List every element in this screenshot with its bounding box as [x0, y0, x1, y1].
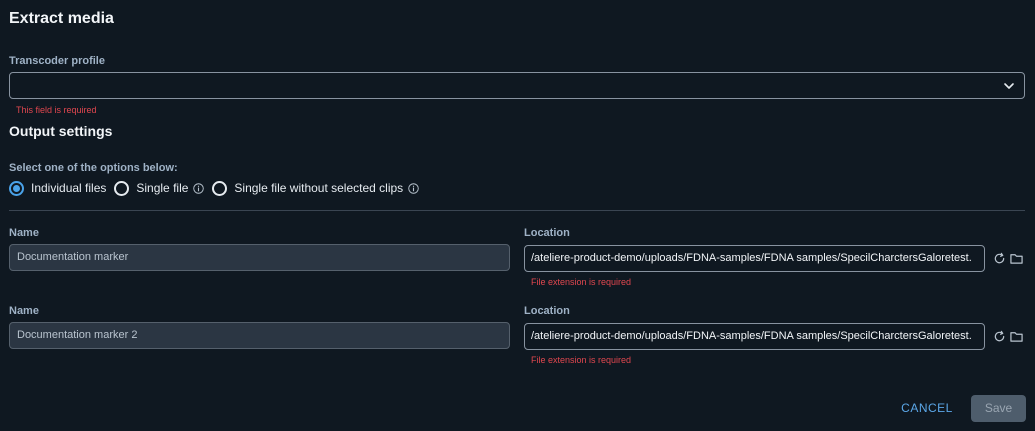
transcoder-profile-error: This field is required	[16, 105, 97, 115]
radio-single-file[interactable]	[114, 180, 130, 196]
name-input[interactable]: Documentation marker 2	[9, 322, 510, 349]
output-options-radio-group: Individual files Single file Single file…	[9, 180, 427, 196]
radio-label-single-file-without-clips: Single file without selected clips	[234, 181, 404, 195]
name-input[interactable]: Documentation marker	[9, 244, 510, 271]
transcoder-profile-select[interactable]	[9, 72, 1025, 99]
page-title: Extract media	[9, 10, 114, 27]
cancel-button[interactable]: CANCEL	[894, 398, 960, 418]
name-label: Name	[9, 305, 39, 317]
chevron-down-icon	[1004, 83, 1014, 89]
transcoder-profile-label: Transcoder profile	[9, 55, 105, 67]
refresh-icon[interactable]	[993, 330, 1006, 343]
save-button[interactable]: Save	[971, 395, 1026, 422]
radio-single-file-without-clips[interactable]	[212, 180, 228, 196]
radio-option-individual-files[interactable]: Individual files	[9, 180, 107, 196]
radio-option-single-file[interactable]: Single file	[114, 180, 205, 196]
refresh-icon[interactable]	[993, 252, 1006, 265]
info-icon[interactable]	[408, 182, 419, 194]
output-settings-title: Output settings	[9, 123, 113, 139]
radio-label-individual-files: Individual files	[31, 181, 107, 195]
location-label: Location	[524, 227, 570, 239]
folder-icon[interactable]	[1010, 252, 1023, 265]
info-icon[interactable]	[193, 182, 205, 194]
name-label: Name	[9, 227, 39, 239]
radio-label-single-file: Single file	[136, 181, 189, 195]
folder-icon[interactable]	[1010, 330, 1023, 343]
radio-individual-files[interactable]	[9, 180, 24, 196]
location-label: Location	[524, 305, 570, 317]
location-input[interactable]: /ateliere-product-demo/uploads/FDNA-samp…	[524, 245, 985, 272]
output-options-prompt: Select one of the options below:	[9, 162, 178, 174]
location-input[interactable]: /ateliere-product-demo/uploads/FDNA-samp…	[524, 323, 985, 350]
section-divider	[9, 210, 1025, 211]
location-error: File extension is required	[531, 355, 632, 365]
location-error: File extension is required	[531, 277, 632, 287]
radio-option-single-file-without-clips[interactable]: Single file without selected clips	[212, 180, 419, 196]
